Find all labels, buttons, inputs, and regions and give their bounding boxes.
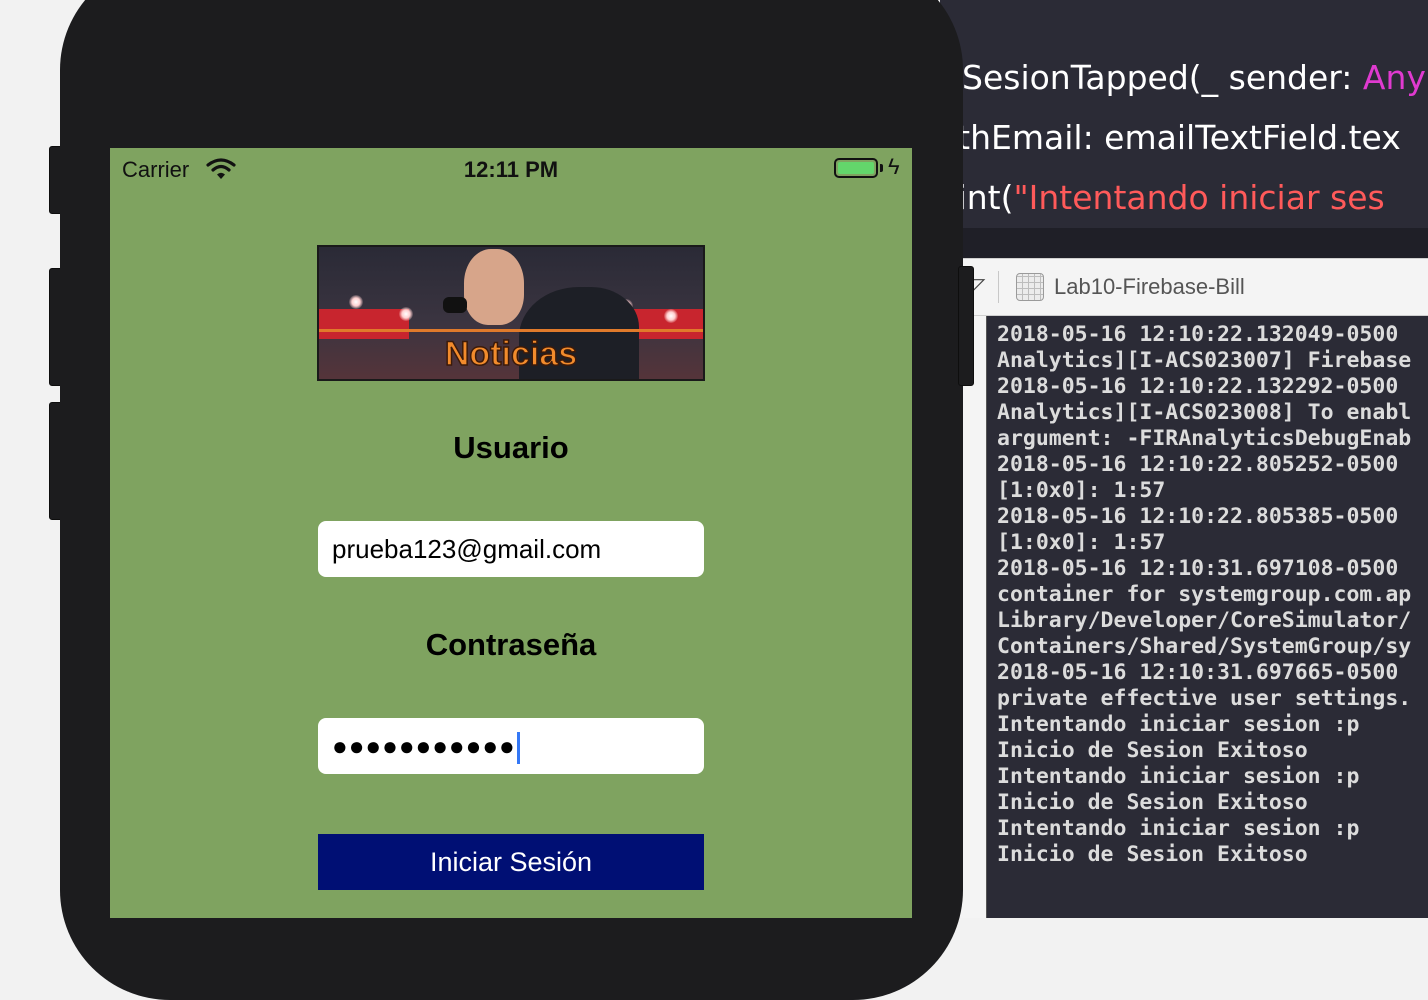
console-line: Analytics][I-ACS023007] Firebase: [997, 348, 1412, 373]
code-line-3[interactable]: rint("Intentando iniciar ses: [944, 178, 1385, 217]
console-line: Analytics][I-ACS023008] To enabl: [997, 400, 1412, 425]
code-string: "Intentando iniciar ses: [1013, 178, 1385, 217]
code-type-keyword: Any: [1362, 58, 1426, 97]
console-line: container for systemgroup.com.ap: [997, 582, 1412, 607]
console-output: 2018-05-16 12:10:22.132049-0500 Analytics…: [997, 322, 1411, 868]
battery-level-fill: [838, 162, 874, 174]
news-banner-image: Noticias: [317, 245, 705, 381]
console-line: Intentando iniciar sesion :p: [997, 712, 1360, 737]
charging-bolt-icon: ϟ: [888, 154, 900, 179]
console-line: Intentando iniciar sesion :p: [997, 816, 1360, 841]
stage-light: [399, 307, 413, 321]
console-line: [1:0x0]: 1:57: [997, 478, 1166, 503]
debug-target-label[interactable]: Lab10-Firebase-Bill: [1054, 274, 1245, 300]
text-cursor: [516, 732, 520, 765]
console-line: 2018-05-16 12:10:31.697108-0500: [997, 556, 1399, 581]
login-button[interactable]: Iniciar Sesión: [318, 834, 704, 890]
password-field-value: ●●●●●●●●●●●: [332, 731, 516, 761]
console-line: 2018-05-16 12:10:22.132049-0500: [997, 322, 1399, 347]
status-bar: Carrier 12:11 PM ϟ: [110, 148, 912, 190]
phone-screen: Carrier 12:11 PM ϟ Noticias Usuario prue…: [110, 148, 912, 918]
power-button: [958, 266, 974, 386]
debug-console[interactable]: 2018-05-16 12:10:22.132049-0500 Analytics…: [986, 316, 1428, 918]
wrestler-figure: [464, 249, 524, 325]
password-label: Contraseña: [425, 627, 597, 662]
console-line: 2018-05-16 12:10:22.805385-0500: [997, 504, 1399, 529]
console-line: [1:0x0]: 1:57: [997, 530, 1166, 555]
stage-light: [664, 309, 678, 323]
editor-divider: [940, 228, 1428, 258]
email-field[interactable]: prueba123@gmail.com: [318, 521, 704, 577]
code-text: SesionTapped(_ sender:: [962, 58, 1363, 97]
console-line: private effective user settings.: [997, 686, 1412, 711]
password-field[interactable]: ●●●●●●●●●●●: [318, 718, 704, 774]
debug-bar: ◸ Lab10-Firebase-Bill: [940, 258, 1428, 316]
email-field-value: prueba123@gmail.com: [332, 534, 602, 564]
console-line: 2018-05-16 12:10:31.697665-0500: [997, 660, 1399, 685]
console-line: Inicio de Sesion Exitoso: [997, 790, 1308, 815]
status-time: 12:11 PM: [463, 157, 559, 182]
stage-light: [349, 295, 363, 309]
console-line: Inicio de Sesion Exitoso: [997, 842, 1308, 867]
banner-title: Noticias: [444, 334, 578, 374]
console-line: 2018-05-16 12:10:22.132292-0500: [997, 374, 1399, 399]
console-line: Inicio de Sesion Exitoso: [997, 738, 1308, 763]
console-line: Intentando iniciar sesion :p: [997, 764, 1360, 789]
code-text: ithEmail: emailTextField.tex: [948, 118, 1401, 157]
code-line-1[interactable]: SesionTapped(_ sender: Any: [962, 58, 1426, 97]
banner-stripe: [319, 329, 703, 332]
battery-icon: [834, 158, 878, 178]
battery-tip: [880, 164, 883, 172]
console-line: Containers/Shared/SystemGroup/sy: [997, 634, 1412, 659]
code-editor[interactable]: SesionTapped(_ sender: Any ithEmail: ema…: [940, 0, 1428, 228]
console-line: Library/Developer/CoreSimulator/: [997, 608, 1412, 633]
app-target-icon: [1016, 273, 1044, 301]
code-line-2[interactable]: ithEmail: emailTextField.tex: [948, 118, 1401, 157]
console-line: argument: -FIRAnalyticsDebugEnab: [997, 426, 1412, 451]
microphone: [443, 297, 467, 313]
user-label: Usuario: [453, 430, 569, 465]
divider: [998, 271, 999, 303]
console-line: 2018-05-16 12:10:22.805252-0500: [997, 452, 1399, 477]
